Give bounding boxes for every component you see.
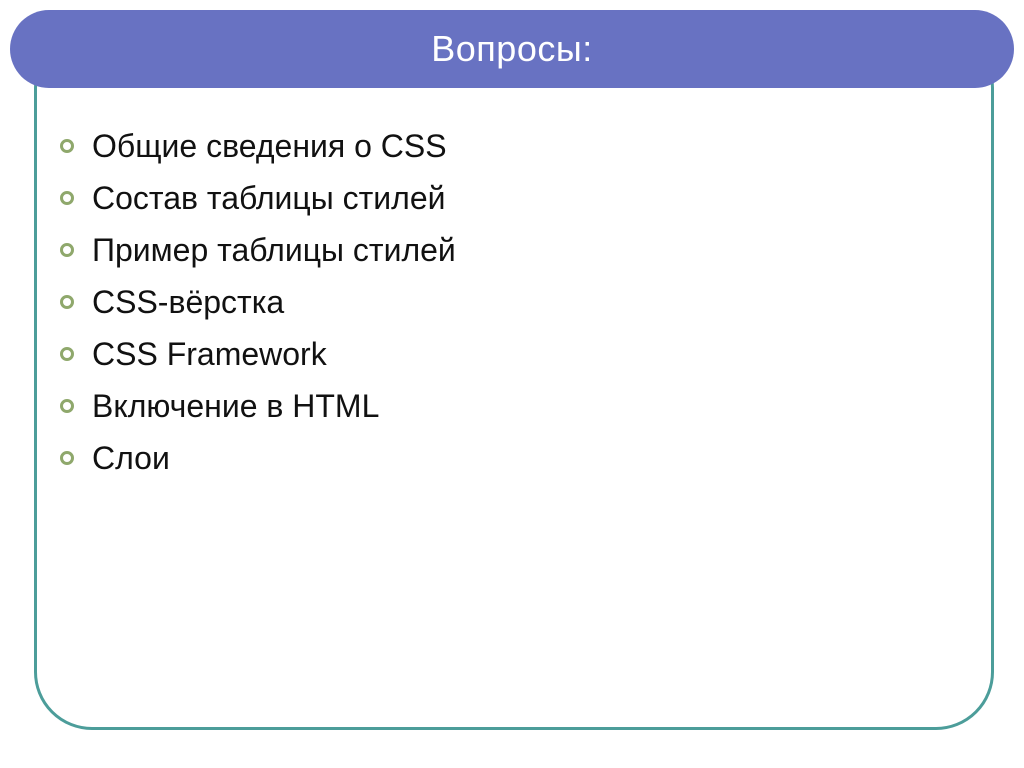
list-item: Общие сведения о CSS [60,130,984,162]
list-item-label: Слои [92,442,170,474]
list-item: CSS-вёрстка [60,286,984,318]
bullet-icon [60,243,74,257]
list-item: Слои [60,442,984,474]
slide-title: Вопросы: [431,28,592,70]
bullet-icon [60,295,74,309]
list-item: CSS Framework [60,338,984,370]
bullet-icon [60,347,74,361]
bullet-icon [60,139,74,153]
title-pill: Вопросы: [10,10,1014,88]
bullet-icon [60,451,74,465]
list-item-label: Пример таблицы стилей [92,234,456,266]
list-item-label: CSS Framework [92,338,327,370]
list-item: Пример таблицы стилей [60,234,984,266]
bullet-icon [60,399,74,413]
list-item-label: Состав таблицы стилей [92,182,446,214]
list-item-label: Включение в HTML [92,390,379,422]
list-item-label: CSS-вёрстка [92,286,284,318]
slide: Вопросы: Общие сведения о CSS Состав таб… [0,0,1024,768]
list-item: Состав таблицы стилей [60,182,984,214]
list-item: Включение в HTML [60,390,984,422]
list-item-label: Общие сведения о CSS [92,130,447,162]
title-underline [524,94,990,97]
bullet-icon [60,191,74,205]
topics-list: Общие сведения о CSS Состав таблицы стил… [60,130,984,494]
